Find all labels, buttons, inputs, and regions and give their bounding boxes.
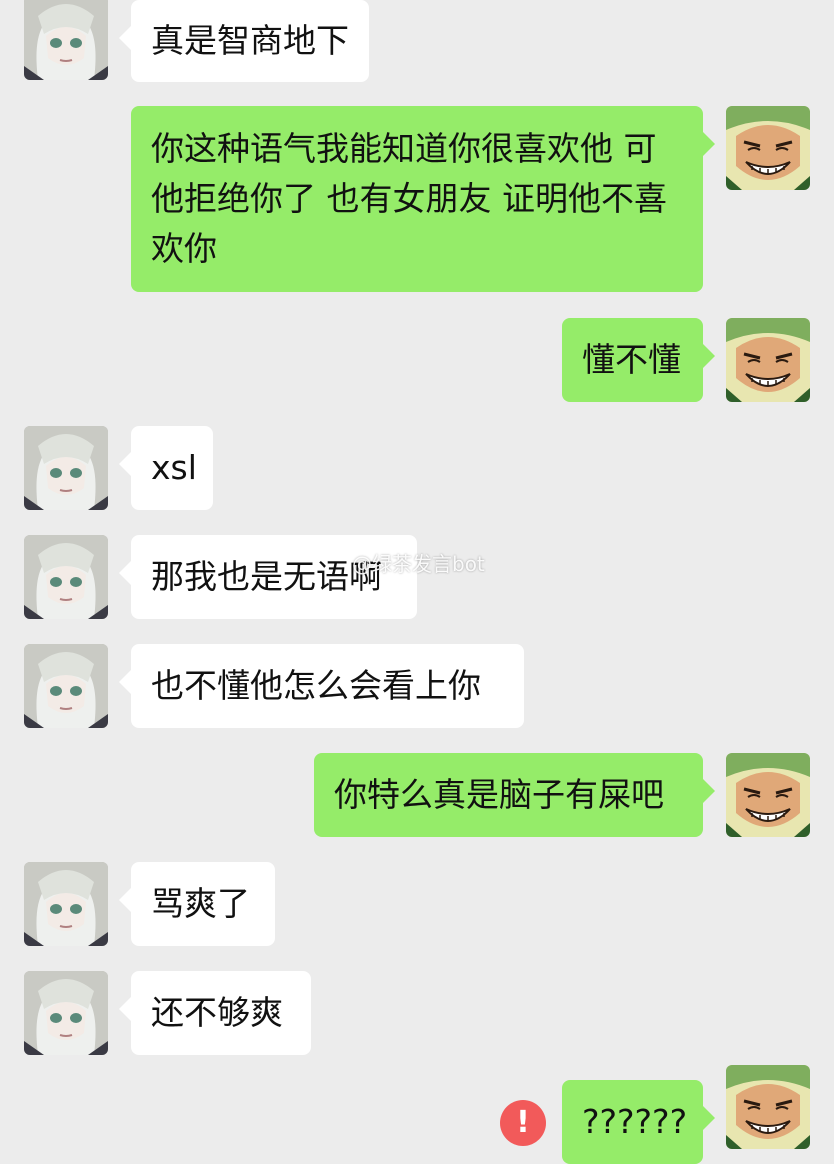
message-bubble-received[interactable]: xsl (119, 426, 213, 510)
error-icon[interactable]: ! (500, 1100, 546, 1146)
grinning-man-avatar-icon[interactable] (726, 318, 810, 402)
grinning-man-avatar-icon[interactable] (726, 1065, 810, 1149)
anime-girl-avatar-icon[interactable] (24, 971, 108, 1055)
watermark: @绿茶发言bot (352, 548, 485, 577)
anime-girl-avatar-icon[interactable] (24, 862, 108, 946)
message-text: 真是智商地下 (151, 21, 349, 60)
message-bubble-sent[interactable]: 你这种语气我能知道你很喜欢他 可他拒绝你了 也有女朋友 证明他不喜欢你 (131, 106, 715, 292)
message-text: 你这种语气我能知道你很喜欢他 可他拒绝你了 也有女朋友 证明他不喜欢你 (151, 129, 667, 268)
message-bubble-sent[interactable]: ?????? (562, 1080, 715, 1164)
anime-girl-avatar-icon[interactable] (24, 426, 108, 510)
message-text: 懂不懂 (582, 340, 681, 379)
message-text: 你特么真是脑子有屎吧 (334, 775, 664, 814)
message-bubble-received[interactable]: 骂爽了 (119, 862, 275, 946)
grinning-man-avatar-icon[interactable] (726, 106, 810, 190)
watermark-text: @绿茶发言bot (352, 552, 485, 576)
message-text: 骂爽了 (151, 884, 250, 923)
message-bubble-received[interactable]: 还不够爽 (119, 971, 311, 1055)
message-bubble-sent[interactable]: 懂不懂 (562, 318, 715, 402)
message-bubble-received[interactable]: 也不懂他怎么会看上你 (119, 644, 524, 728)
anime-girl-avatar-icon[interactable] (24, 644, 108, 728)
error-badge-text: ! (516, 1105, 530, 1140)
message-text: xsl (151, 448, 197, 487)
message-bubble-sent[interactable]: 你特么真是脑子有屎吧 (314, 753, 715, 837)
grinning-man-avatar-icon[interactable] (726, 753, 810, 837)
message-text: ?????? (582, 1102, 688, 1141)
anime-girl-avatar-icon[interactable] (24, 0, 108, 80)
message-bubble-received[interactable]: 真是智商地下 (119, 0, 369, 82)
message-text: 还不够爽 (151, 993, 283, 1032)
anime-girl-avatar-icon[interactable] (24, 535, 108, 619)
message-text: 也不懂他怎么会看上你 (151, 666, 481, 705)
